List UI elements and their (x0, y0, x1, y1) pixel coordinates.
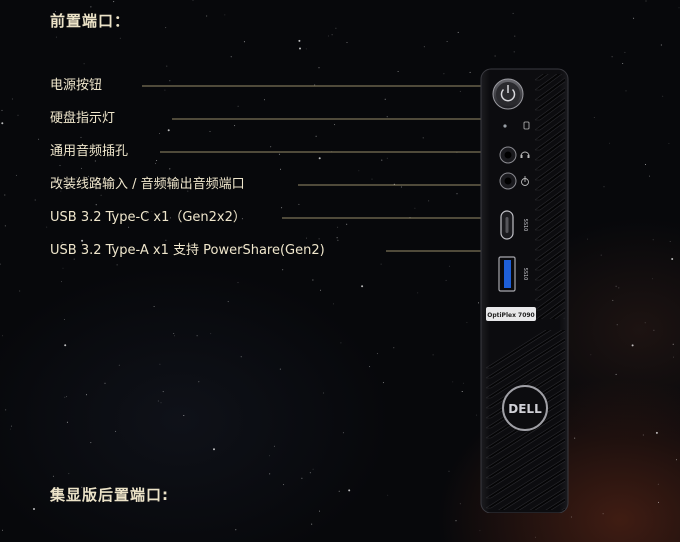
usb-c-ss-label: SS10 (522, 219, 528, 232)
model-badge-text: OptiPlex 7090 (487, 312, 535, 319)
leader-lines (142, 85, 504, 252)
dell-logo: DELL (502, 385, 548, 431)
power-button-icon (492, 78, 524, 110)
optiplex-device: SS10 SS10 OptiPlex 7090 DELL (480, 68, 569, 513)
rear-ports-heading: 集显版后置端口: (50, 486, 169, 504)
dell-logo-text: DELL (508, 402, 542, 416)
usb-a-ss-label: SS10 (522, 268, 528, 281)
hdd-indicator-led (503, 124, 507, 128)
